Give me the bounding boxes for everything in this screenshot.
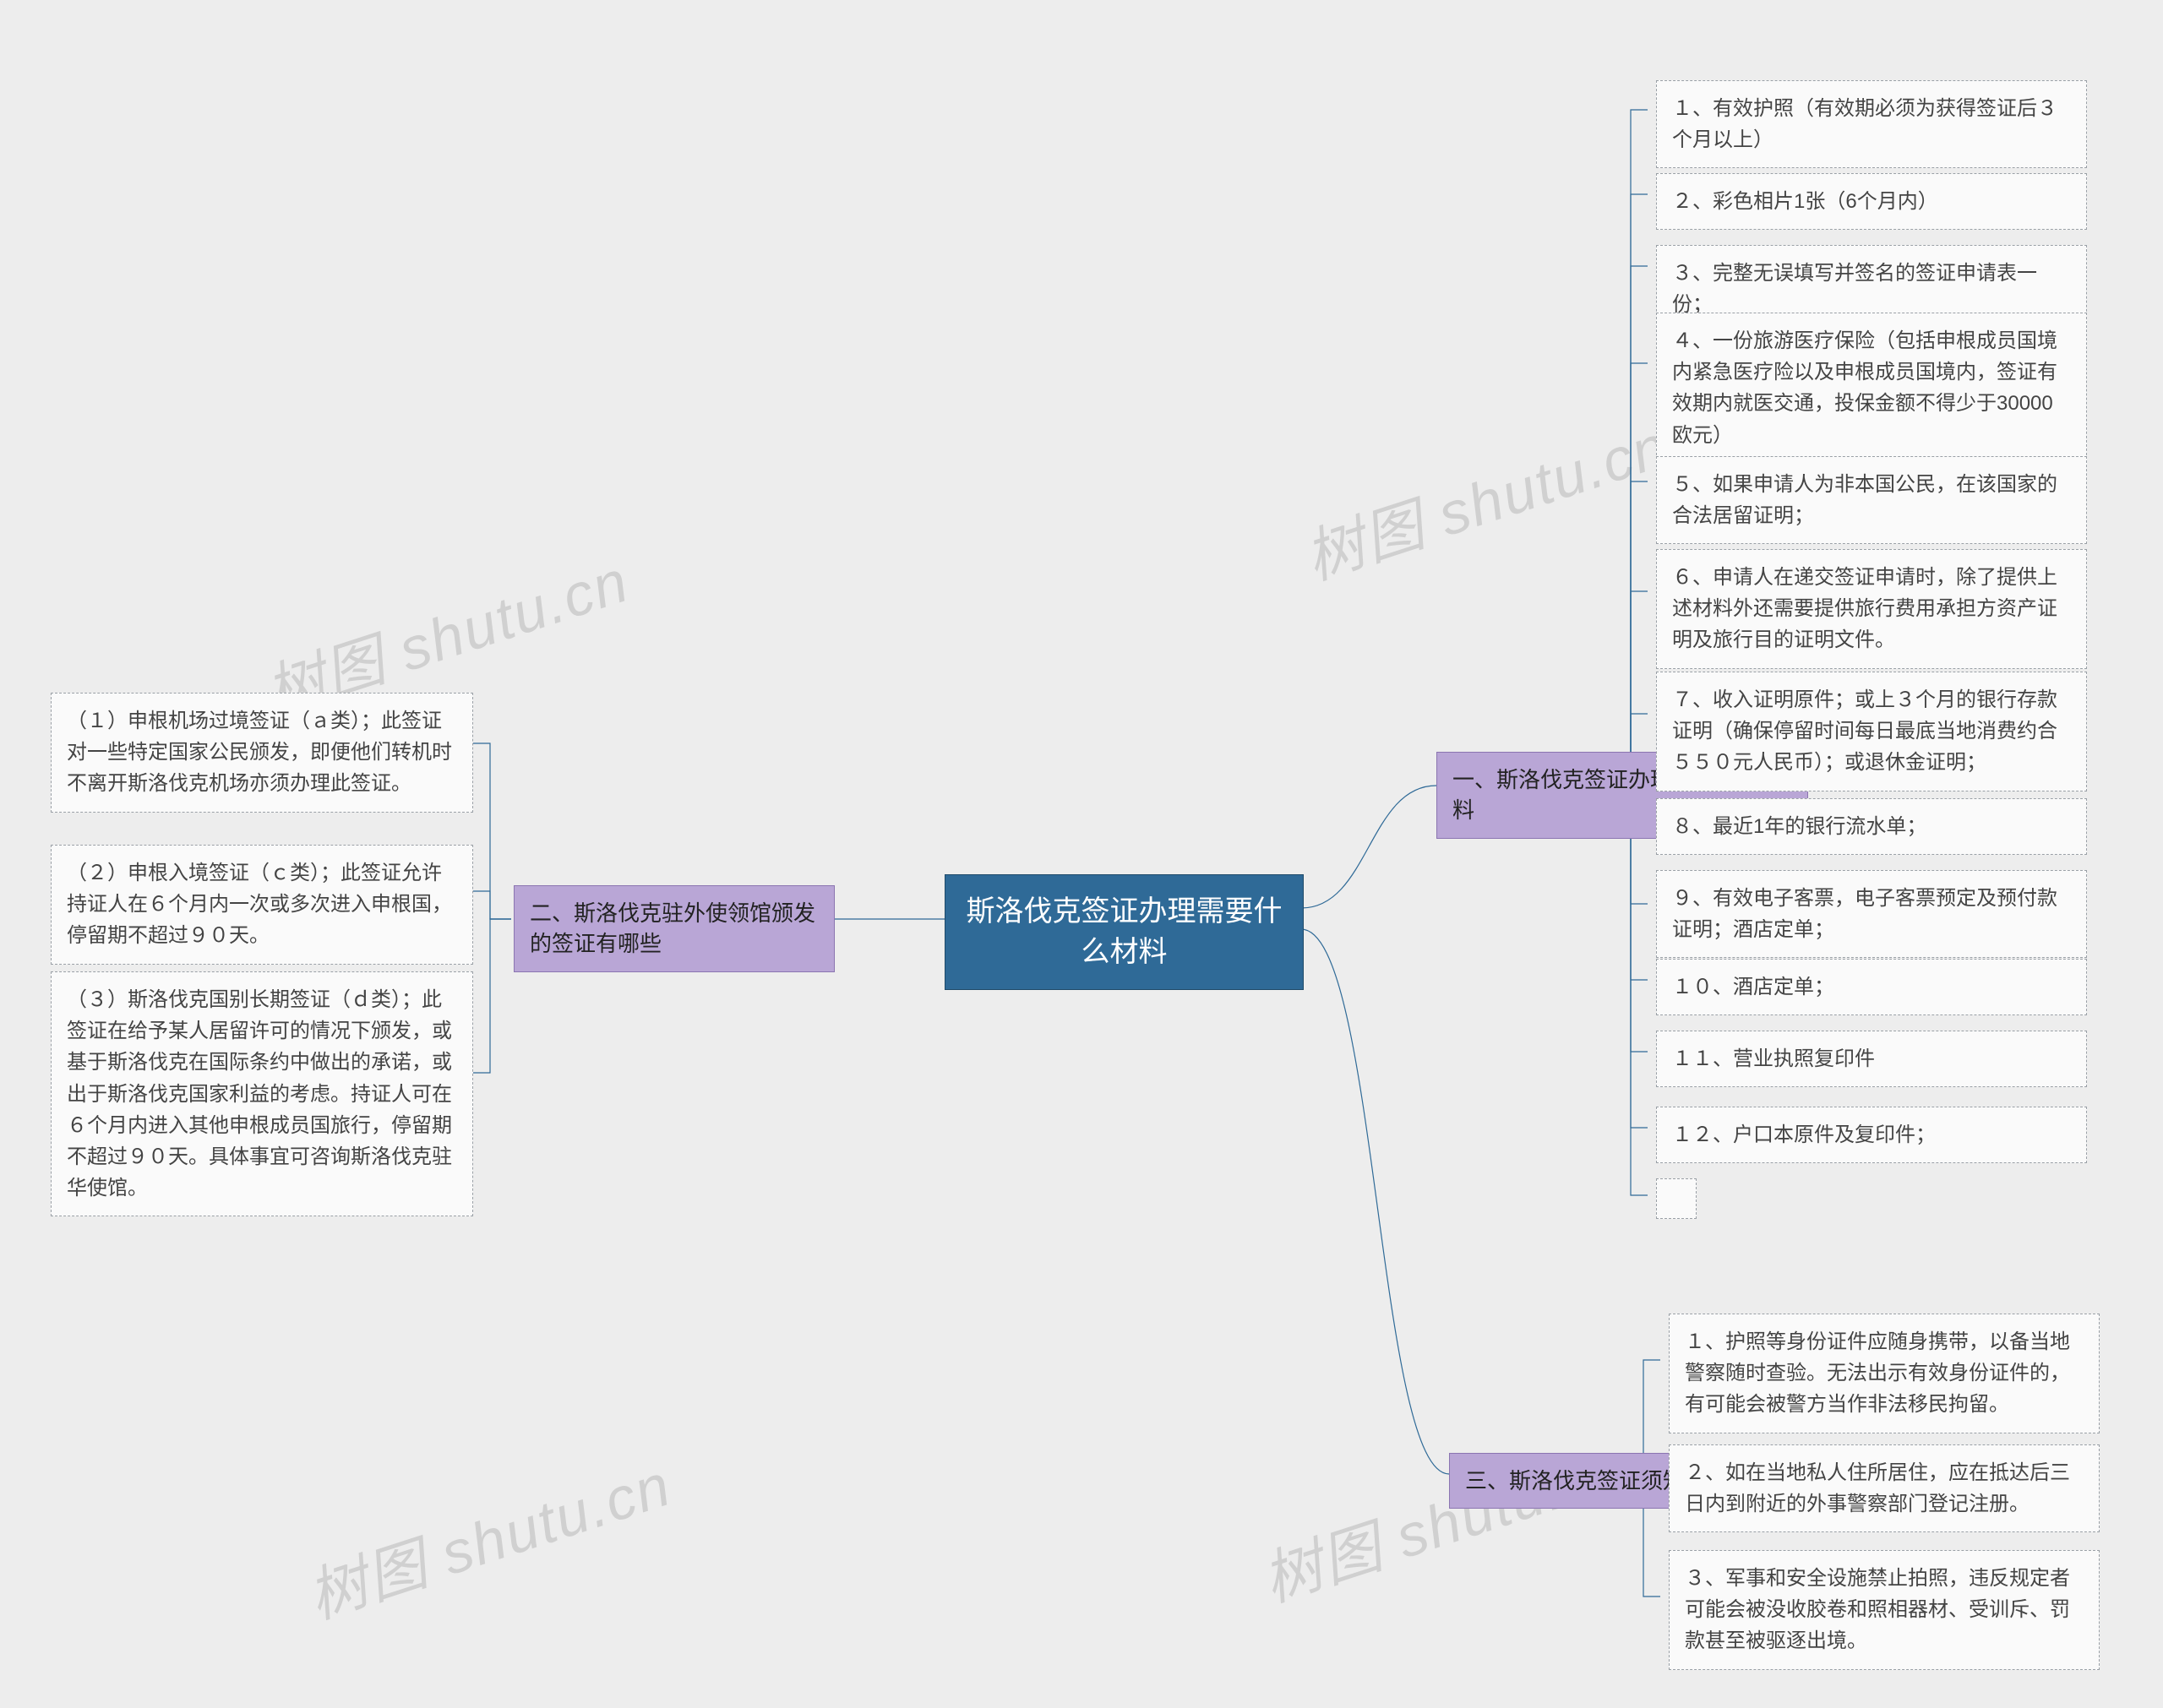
leaf-b1-9: ９、有效电子客票，电子客票预定及预付款证明；酒店定单； — [1656, 870, 2087, 958]
leaf-b3-3: ３、军事和安全设施禁止拍照，违反规定者可能会被没收胶卷和照相器材、受训斥、罚款甚… — [1669, 1550, 2100, 1670]
branch-2: 二、斯洛伐克驻外使领馆颁发的签证有哪些 — [514, 885, 835, 972]
watermark: 树图 shutu.cn — [296, 1438, 680, 1635]
leaf-b1-6: ６、申请人在递交签证申请时，除了提供上述材料外还需要提供旅行费用承担方资产证明及… — [1656, 549, 2087, 669]
leaf-b1-4: ４、一份旅游医疗保险（包括申根成员国境内紧急医疗险以及申根成员国境内，签证有效期… — [1656, 313, 2087, 464]
leaf-b1-10: １０、酒店定单； — [1656, 959, 2087, 1015]
leaf-b1-13 — [1656, 1178, 1697, 1219]
center-node: 斯洛伐克签证办理需要什么材料 — [945, 874, 1304, 990]
leaf-b1-5: ５、如果申请人为非本国公民，在该国家的合法居留证明； — [1656, 456, 2087, 544]
leaf-b1-8: ８、最近1年的银行流水单； — [1656, 798, 2087, 855]
leaf-b3-1: １、护照等身份证件应随身携带，以备当地警察随时查验。无法出示有效身份证件的，有可… — [1669, 1314, 2100, 1433]
leaf-b1-7: ７、收入证明原件；或上３个月的银行存款证明（确保停留时间每日最底当地消费约合５５… — [1656, 672, 2087, 791]
leaf-b1-1: １、有效护照（有效期必须为获得签证后３个月以上） — [1656, 80, 2087, 168]
leaf-b2-3: （３）斯洛伐克国别长期签证（ｄ类）；此签证在给予某人居留许可的情况下颁发，或基于… — [51, 971, 473, 1216]
leaf-b3-2: ２、如在当地私人住所居住，应在抵达后三日内到附近的外事警察部门登记注册。 — [1669, 1444, 2100, 1532]
watermark: 树图 shutu.cn — [1293, 399, 1677, 596]
leaf-b1-11: １１、营业执照复印件 — [1656, 1031, 2087, 1087]
leaf-b1-2: ２、彩色相片1张（6个月内） — [1656, 173, 2087, 230]
mindmap-canvas: 树图 shutu.cn 树图 shutu.cn 树图 shutu.cn 树图 s… — [0, 0, 2163, 1708]
leaf-b1-12: １２、户口本原件及复印件； — [1656, 1107, 2087, 1163]
watermark: 树图 shutu.cn — [1250, 1421, 1635, 1618]
leaf-b2-2: （２）申根入境签证（ｃ类）；此签证允许持证人在６个月内一次或多次进入申根国，停留… — [51, 845, 473, 965]
leaf-b2-1: （１）申根机场过境签证（ａ类）；此签证对一些特定国家公民颁发，即便他们转机时不离… — [51, 693, 473, 813]
